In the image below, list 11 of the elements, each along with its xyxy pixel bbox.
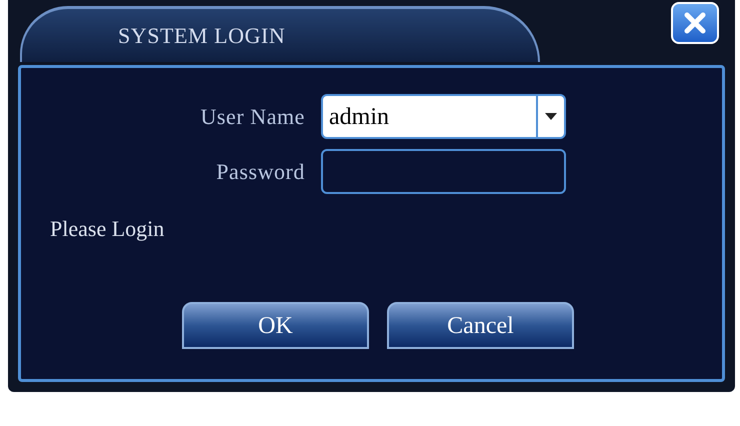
username-dropdown[interactable]: admin (321, 94, 566, 139)
cancel-button[interactable]: Cancel (387, 302, 574, 349)
field-label: Password (215, 158, 306, 186)
ok-button[interactable]: OK (182, 302, 369, 349)
window-title: SYSTEM LOGIN (118, 22, 286, 50)
field-label: User Name (199, 103, 306, 131)
close-icon (683, 11, 707, 35)
password-field[interactable] (321, 149, 566, 194)
caret-icon (545, 113, 557, 120)
close-button[interactable] (671, 2, 719, 44)
status-message: Please Login (50, 216, 164, 241)
